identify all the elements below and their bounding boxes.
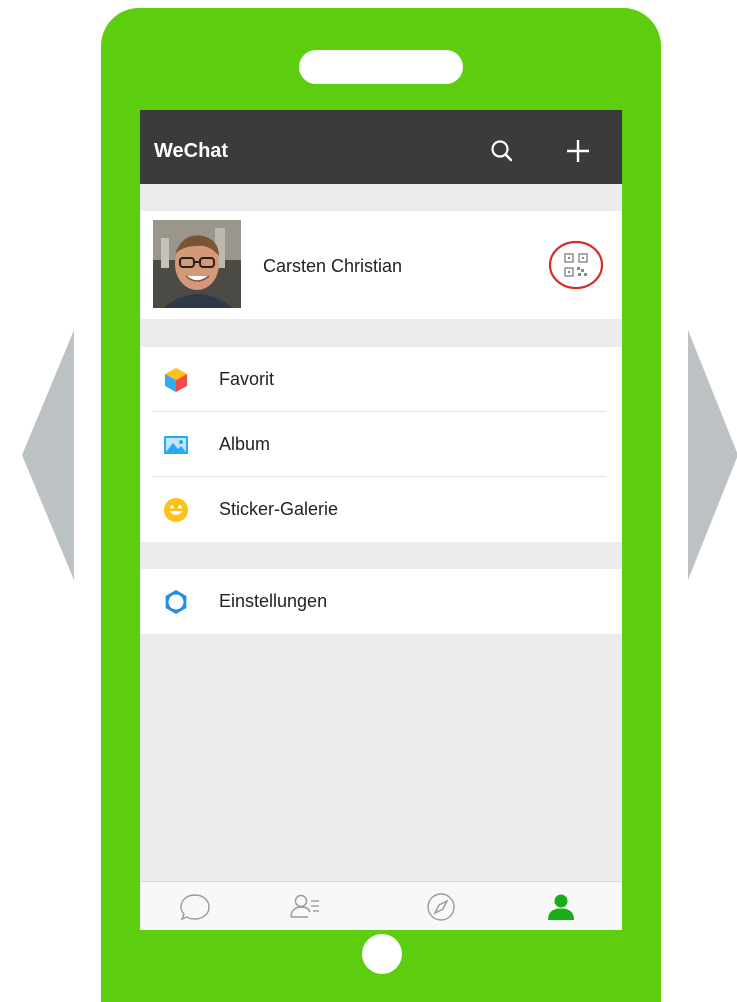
menu-item-label: Album — [219, 434, 271, 454]
phone-speaker — [299, 50, 463, 84]
menu-item-einstellungen[interactable]: Einstellungen — [140, 569, 622, 634]
me-person-icon[interactable] — [544, 890, 578, 924]
sticker-smiley-icon — [164, 498, 188, 522]
phone-frame: WeChat Carsten Christian Favorit Album S… — [101, 8, 661, 1002]
discover-compass-icon[interactable] — [424, 890, 458, 924]
bottom-tab-bar — [140, 881, 622, 930]
plus-icon[interactable] — [562, 135, 594, 167]
qr-code-icon[interactable] — [548, 240, 604, 290]
menu-item-album[interactable]: Album — [140, 412, 622, 477]
menu-item-favorit[interactable]: Favorit — [140, 347, 622, 412]
menu-item-label: Einstellungen — [219, 591, 328, 611]
menu-group-settings: Einstellungen — [140, 569, 622, 634]
avatar[interactable] — [153, 220, 241, 308]
menu-item-label: Sticker-Galerie — [219, 499, 339, 519]
contacts-icon[interactable] — [288, 890, 322, 924]
app-screen: WeChat Carsten Christian Favorit Album S… — [140, 110, 622, 930]
album-photo-icon — [164, 436, 188, 454]
title-bar: WeChat — [140, 118, 622, 184]
previous-arrow[interactable] — [22, 330, 74, 580]
next-arrow[interactable] — [688, 330, 737, 580]
settings-gear-icon — [165, 590, 187, 614]
profile-row[interactable]: Carsten Christian — [140, 211, 622, 319]
chats-icon[interactable] — [178, 890, 212, 924]
status-bar — [140, 110, 622, 118]
home-button[interactable] — [362, 934, 402, 974]
menu-item-sticker-galerie[interactable]: Sticker-Galerie — [140, 477, 622, 542]
profile-name: Carsten Christian — [263, 256, 403, 276]
search-icon[interactable] — [486, 135, 518, 167]
menu-item-label: Favorit — [219, 369, 275, 389]
menu-group-primary: Favorit Album Sticker-Galerie — [140, 347, 622, 542]
app-title: WeChat — [154, 140, 229, 162]
favorites-cube-icon — [165, 368, 187, 392]
